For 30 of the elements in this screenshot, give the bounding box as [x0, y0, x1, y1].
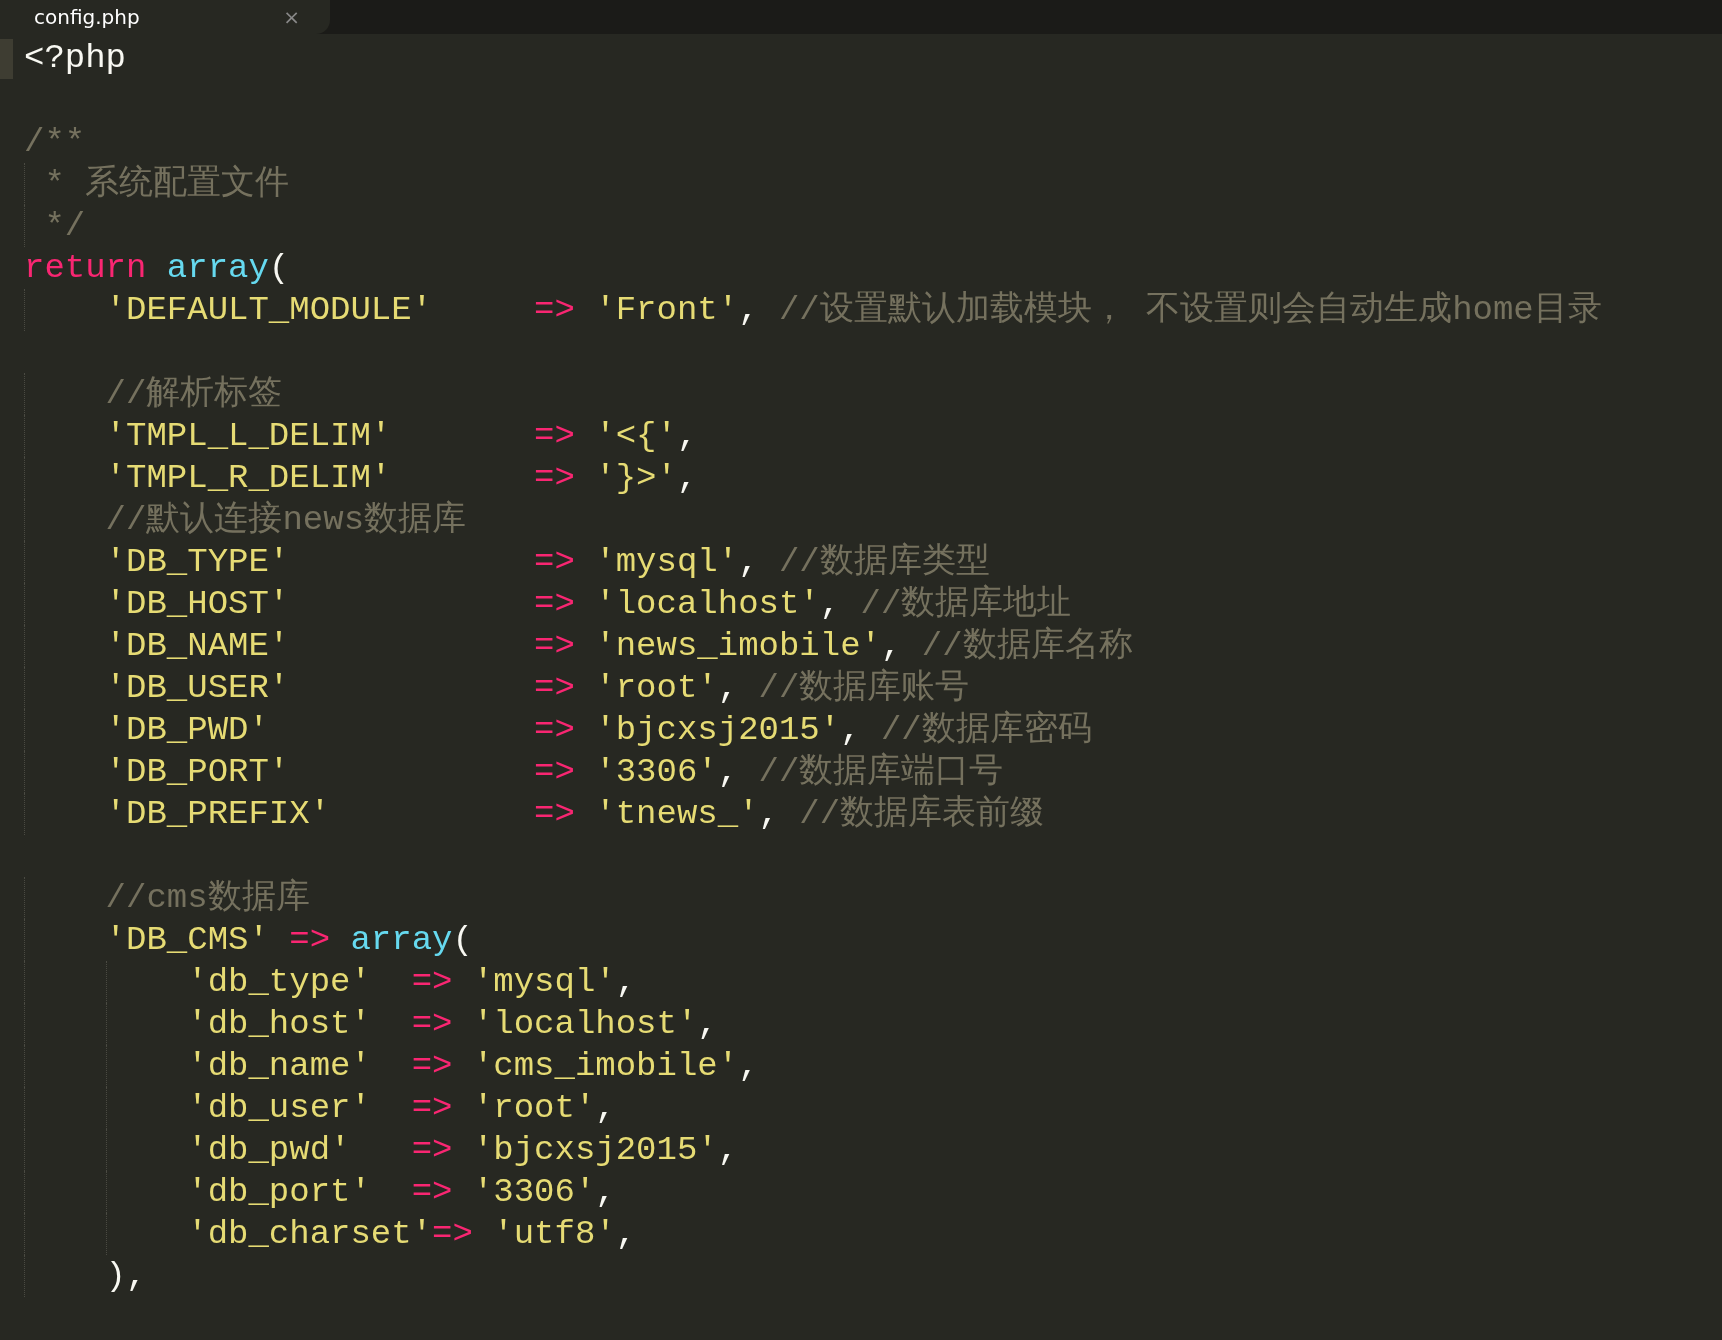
code-line: 'db_pwd' => 'bjcxsj2015', [186, 1130, 739, 1171]
code-line: //默认连接news数据库 [104, 499, 467, 541]
code-line: 'DB_PORT' => '3306', //数据库端口号 [104, 751, 1004, 793]
code-line: 'db_host' => 'localhost', [186, 1004, 718, 1045]
code-line: //cms数据库 [104, 877, 310, 919]
code-line: * 系统配置文件 [43, 163, 290, 205]
code-line: 'DB_HOST' => 'localhost', //数据库地址 [104, 583, 1072, 625]
code-line: 'DB_PWD' => 'bjcxsj2015', //数据库密码 [104, 709, 1092, 751]
code-line: ), [104, 1256, 147, 1297]
code-line: 'db_port' => '3306', [186, 1172, 616, 1213]
tab-label: config.php [34, 7, 140, 27]
code-line: 'DB_USER' => 'root', //数据库账号 [104, 667, 970, 709]
code-line: 'db_type' => 'mysql', [186, 962, 637, 1003]
code-line: 'DB_CMS' => array( [104, 920, 473, 961]
code-line: 'DB_TYPE' => 'mysql', //数据库类型 [104, 541, 990, 583]
code-line: //解析标签 [104, 374, 283, 415]
code-line: 'DB_NAME' => 'news_imobile', //数据库名称 [104, 625, 1133, 667]
code-line: 'db_user' => 'root', [186, 1088, 616, 1129]
code-line: 'TMPL_R_DELIM' => '}>', [104, 458, 698, 499]
code-line: 'db_name' => 'cms_imobile', [186, 1046, 759, 1087]
code-line: 'DB_PREFIX' => 'tnews_', //数据库表前缀 [104, 793, 1045, 835]
code-line: */ [43, 206, 86, 247]
file-tab[interactable]: config.php × [0, 0, 330, 34]
code-line: return array( [24, 248, 290, 289]
code-line: 'db_charset'=> 'utf8', [186, 1214, 637, 1255]
code-line: <?php [24, 38, 127, 79]
code-line: 'TMPL_L_DELIM' => '<{', [104, 416, 698, 457]
code-line: /** [24, 122, 86, 163]
close-icon[interactable]: × [283, 7, 300, 27]
code-line: 'DEFAULT_MODULE' => 'Front', //设置默认加载模块， 不设置则会自动生成home目录 [104, 290, 1602, 331]
